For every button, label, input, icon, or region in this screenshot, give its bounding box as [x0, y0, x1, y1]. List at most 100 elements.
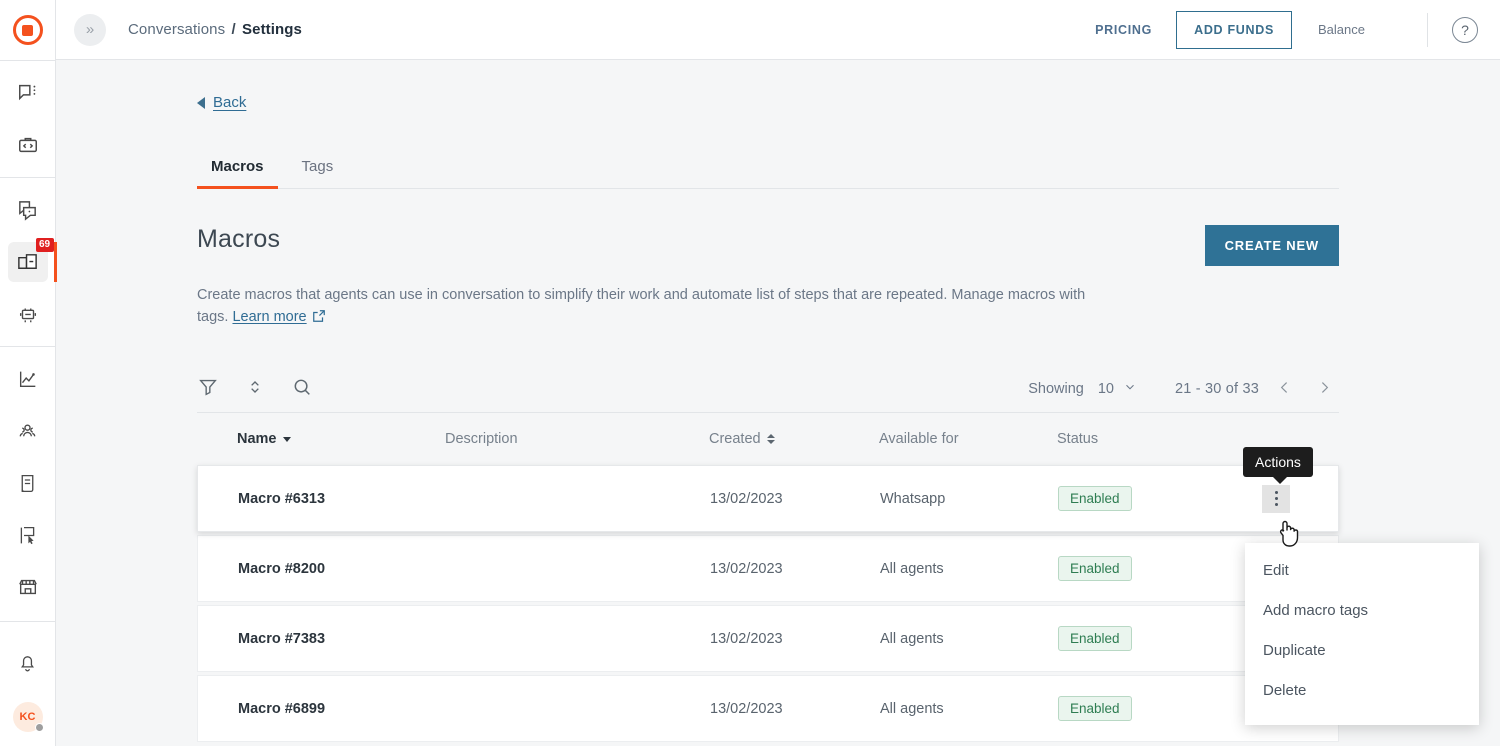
sidebar-item-developer[interactable]: [8, 125, 48, 165]
description-text: Create macros that agents can use in con…: [197, 287, 1085, 325]
table-row[interactable]: Macro #6313 13/02/2023 Whatsapp Enabled: [197, 465, 1339, 532]
search-magnifier-icon: [291, 376, 313, 403]
status-badge: Enabled: [1058, 486, 1132, 511]
table-row[interactable]: Macro #6899 13/02/2023 All agents Enable…: [197, 675, 1339, 742]
pagination-range: 21 - 30 of 33: [1175, 381, 1259, 397]
sort-updown-icon: [245, 377, 265, 402]
menu-item-delete[interactable]: Delete: [1245, 671, 1479, 711]
sidebar-item-docs[interactable]: [8, 463, 48, 503]
table-body: Macro #6313 13/02/2023 Whatsapp Enabled …: [197, 465, 1339, 742]
column-header-name[interactable]: Name: [197, 431, 445, 447]
sidebar-item-macros[interactable]: 69: [8, 242, 48, 282]
sidebar-item-bots[interactable]: [8, 294, 48, 334]
page-size-value: 10: [1098, 381, 1114, 397]
cell-available-for: All agents: [880, 631, 1058, 647]
app-logo[interactable]: [13, 15, 43, 45]
presence-dot: [35, 723, 44, 732]
sidebar-item-contacts[interactable]: [8, 411, 48, 451]
cell-created: 13/02/2023: [710, 561, 880, 577]
cell-available-for: All agents: [880, 561, 1058, 577]
robot-icon: [17, 303, 39, 325]
pricing-button[interactable]: PRICING: [1081, 13, 1166, 47]
menu-item-add-macro-tags[interactable]: Add macro tags: [1245, 591, 1479, 631]
filter-button[interactable]: [197, 376, 219, 403]
cell-status: Enabled: [1058, 626, 1238, 651]
line-chart-icon: [17, 368, 39, 390]
cell-available-for: All agents: [880, 701, 1058, 717]
back-link[interactable]: Back: [197, 94, 246, 111]
menu-item-duplicate[interactable]: Duplicate: [1245, 631, 1479, 671]
column-header-created[interactable]: Created: [709, 431, 879, 447]
back-label: Back: [213, 94, 246, 111]
pagination-prev-button[interactable]: [1269, 374, 1299, 404]
content-inner: Back Macros Tags Macros CREATE NEW Creat…: [197, 60, 1339, 742]
sort-button[interactable]: [245, 377, 265, 402]
table-header-row: Name Description Created Available for: [197, 413, 1339, 465]
cell-actions: [1238, 485, 1314, 513]
left-sidebar: 69: [0, 0, 56, 746]
sidebar-bottom: KC: [0, 621, 55, 746]
breadcrumb-separator: /: [231, 21, 235, 38]
pagination-next-button[interactable]: [1309, 374, 1339, 404]
chevron-right-icon: [1316, 379, 1333, 400]
cell-name: Macro #8200: [198, 561, 446, 577]
cell-name: Macro #6313: [198, 491, 446, 507]
sidebar-badge-count: 69: [36, 238, 54, 252]
table-row[interactable]: Macro #7383 13/02/2023 All agents Enable…: [197, 605, 1339, 672]
logo-container: [0, 0, 55, 60]
external-link-icon[interactable]: [312, 308, 326, 330]
pagination: Showing 10 21 - 30 of 33: [1028, 374, 1339, 404]
breadcrumb-current: Settings: [242, 21, 302, 38]
double-chevron-right-icon: »: [86, 21, 94, 38]
add-funds-button[interactable]: ADD FUNDS: [1176, 11, 1292, 49]
column-header-status: Status: [1057, 431, 1237, 447]
header-actions: PRICING ADD FUNDS Balance ?: [1081, 11, 1478, 49]
sidebar-item-campaigns[interactable]: [8, 515, 48, 555]
create-new-button[interactable]: CREATE NEW: [1205, 225, 1339, 266]
row-actions-button[interactable]: [1262, 485, 1290, 513]
cell-created: 13/02/2023: [710, 491, 880, 507]
page-size-select[interactable]: 10: [1098, 380, 1137, 398]
chevron-left-icon: [1276, 379, 1293, 400]
chat-bubble-icon: [17, 82, 39, 104]
search-button[interactable]: [291, 376, 313, 403]
cell-name: Macro #7383: [198, 631, 446, 647]
page-description: Create macros that agents can use in con…: [197, 284, 1097, 331]
balance-label: Balance: [1318, 22, 1365, 37]
tab-tags[interactable]: Tags: [288, 150, 348, 189]
page-title: Macros: [197, 225, 280, 254]
column-header-available-for: Available for: [879, 431, 1057, 447]
status-badge: Enabled: [1058, 626, 1132, 651]
column-label-status: Status: [1057, 431, 1098, 447]
flag-cursor-icon: [17, 525, 38, 546]
cell-status: Enabled: [1058, 696, 1238, 721]
actions-tooltip: Actions: [1243, 447, 1313, 477]
table-toolbar: Showing 10 21 - 30 of 33: [197, 366, 1339, 412]
menu-item-edit[interactable]: Edit: [1245, 551, 1479, 591]
cell-name: Macro #6899: [198, 701, 446, 717]
learn-more-link[interactable]: Learn more: [232, 309, 306, 325]
help-button[interactable]: ?: [1452, 17, 1478, 43]
column-label-created: Created: [709, 431, 761, 447]
divider: [1427, 13, 1428, 47]
breadcrumb-parent[interactable]: Conversations: [128, 21, 225, 38]
cell-status: Enabled: [1058, 556, 1238, 581]
filter-funnel-icon: [197, 376, 219, 403]
question-mark-icon: ?: [1461, 22, 1469, 38]
people-icon: [16, 420, 39, 443]
column-label-name: Name: [237, 431, 277, 447]
notifications-button[interactable]: [8, 642, 48, 682]
tab-macros[interactable]: Macros: [197, 150, 278, 189]
sidebar-group-secondary: 69: [0, 178, 55, 346]
sort-desc-icon: [283, 437, 291, 442]
sidebar-collapse-button[interactable]: »: [74, 14, 106, 46]
sidebar-item-multi-chat[interactable]: [8, 190, 48, 230]
sidebar-item-analytics[interactable]: [8, 359, 48, 399]
macro-inbox-icon: [16, 251, 39, 274]
sidebar-item-conversations[interactable]: [8, 73, 48, 113]
avatar[interactable]: KC: [13, 702, 43, 732]
table-row[interactable]: Macro #8200 13/02/2023 All agents Enable…: [197, 535, 1339, 602]
sidebar-item-store[interactable]: [8, 567, 48, 607]
actions-dropdown-menu: Edit Add macro tags Duplicate Delete: [1245, 543, 1479, 725]
tab-bar: Macros Tags: [197, 150, 1339, 189]
